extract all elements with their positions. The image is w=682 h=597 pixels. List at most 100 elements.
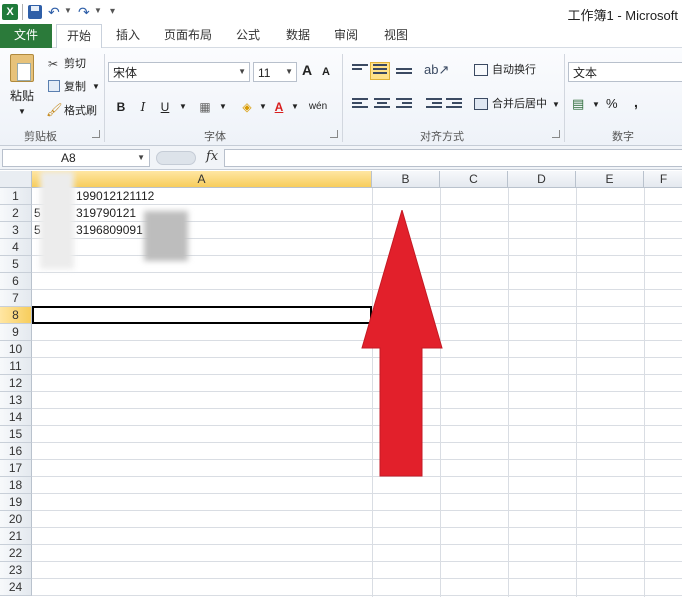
row-header-5[interactable]: 5 (0, 256, 32, 273)
row-header-12[interactable]: 12 (0, 375, 32, 392)
row-header-13[interactable]: 13 (0, 392, 32, 409)
name-box[interactable]: A8 ▼ (2, 149, 150, 167)
cell-a1[interactable]: 199012121112 (76, 188, 154, 205)
row-header-1[interactable]: 1 (0, 188, 32, 205)
tab-formulas[interactable]: 公式 (230, 24, 266, 48)
column-header-e[interactable]: E (576, 171, 644, 188)
redo-dropdown-icon[interactable]: ▼ (94, 6, 102, 15)
row-header-16[interactable]: 16 (0, 443, 32, 460)
row-header-6[interactable]: 6 (0, 273, 32, 290)
row-header-19[interactable]: 19 (0, 494, 32, 511)
row-header-17[interactable]: 17 (0, 460, 32, 477)
tab-page-layout[interactable]: 页面布局 (158, 24, 218, 48)
column-header-d[interactable]: D (508, 171, 576, 188)
merge-dropdown-icon[interactable]: ▼ (552, 97, 560, 113)
row-header-14[interactable]: 14 (0, 409, 32, 426)
merge-center-button[interactable]: 合并后居中 (492, 96, 547, 112)
redo-icon[interactable]: ↷ (78, 4, 92, 20)
borders-icon[interactable]: ▦ (196, 98, 214, 116)
underline-button[interactable]: U (156, 98, 174, 116)
font-name-select[interactable]: 宋体 ▼ (108, 62, 250, 82)
percent-style-button[interactable]: % (606, 96, 618, 112)
gridline (32, 527, 682, 528)
row-header-2[interactable]: 2 (0, 205, 32, 222)
save-icon[interactable] (28, 5, 42, 19)
row-header-11[interactable]: 11 (0, 358, 32, 375)
number-format-select[interactable]: 文本 (568, 62, 682, 82)
formula-separator-handle[interactable] (156, 151, 196, 165)
row-header-7[interactable]: 7 (0, 290, 32, 307)
row-header-4[interactable]: 4 (0, 239, 32, 256)
align-bottom-icon[interactable] (396, 68, 412, 82)
row-header-23[interactable]: 23 (0, 562, 32, 579)
undo-icon[interactable]: ↶ (48, 4, 62, 20)
row-header-22[interactable]: 22 (0, 545, 32, 562)
align-top-icon[interactable] (352, 64, 368, 78)
cell-a2[interactable]: 319790121 (76, 205, 136, 222)
alignment-launcher-icon[interactable] (552, 130, 560, 138)
bold-button[interactable]: B (112, 98, 130, 116)
paste-button[interactable]: 粘贴 (10, 88, 34, 104)
font-size-select[interactable]: 11 ▼ (253, 62, 297, 82)
wrap-text-button[interactable]: 自动换行 (492, 62, 536, 78)
format-painter-button[interactable]: 格式刷 (64, 103, 97, 119)
cell-a3[interactable]: 3196809091 (76, 222, 143, 239)
tab-review[interactable]: 审阅 (328, 24, 364, 48)
paste-dropdown-icon[interactable]: ▼ (18, 104, 26, 120)
chevron-down-icon: ▼ (238, 67, 246, 76)
paste-icon[interactable] (10, 54, 34, 82)
font-launcher-icon[interactable] (330, 130, 338, 138)
select-all-button[interactable] (0, 171, 32, 188)
column-header-a[interactable]: A (32, 171, 372, 188)
insert-function-button[interactable]: fx (206, 149, 218, 164)
accounting-dropdown-icon[interactable]: ▼ (592, 97, 600, 113)
row-header-9[interactable]: 9 (0, 324, 32, 341)
increase-indent-icon[interactable] (446, 98, 462, 112)
copy-icon (48, 80, 60, 92)
accounting-format-icon[interactable]: ▤ (572, 96, 584, 112)
row-header-3[interactable]: 3 (0, 222, 32, 239)
tab-file[interactable]: 文件 (0, 24, 52, 48)
row-header-15[interactable]: 15 (0, 426, 32, 443)
gridline (32, 442, 682, 443)
comma-style-button[interactable]: , (634, 94, 638, 110)
copy-dropdown-icon[interactable]: ▼ (92, 79, 100, 95)
gridline (508, 188, 509, 597)
tab-data[interactable]: 数据 (280, 24, 316, 48)
orientation-icon[interactable]: ab↗ (424, 62, 449, 78)
italic-button[interactable]: I (134, 98, 152, 116)
copy-button[interactable]: 复制 (64, 79, 86, 95)
align-center-icon[interactable] (374, 98, 390, 112)
gridline (32, 374, 682, 375)
cut-button[interactable]: 剪切 (64, 56, 86, 72)
row-header-21[interactable]: 21 (0, 528, 32, 545)
row-header-8[interactable]: 8 (0, 307, 32, 324)
row-header-10[interactable]: 10 (0, 341, 32, 358)
worksheet-grid[interactable]: A B C D E F 1 2 3 4 5 6 7 8 9 10 11 12 13 14 15 16 17 18 1… (0, 171, 682, 597)
tab-view[interactable]: 视图 (378, 24, 414, 48)
column-header-b[interactable]: B (372, 171, 440, 188)
decrease-indent-icon[interactable] (426, 98, 442, 112)
font-color-dropdown-icon[interactable]: ▼ (286, 98, 304, 116)
align-middle-icon[interactable] (370, 62, 390, 80)
customize-qat-icon[interactable]: ▾ (110, 4, 120, 20)
column-header-f[interactable]: F (644, 171, 682, 188)
formula-input[interactable] (224, 149, 682, 167)
clipboard-launcher-icon[interactable] (92, 130, 100, 138)
phonetic-guide-button[interactable]: wén (306, 98, 330, 116)
tab-insert[interactable]: 插入 (110, 24, 146, 48)
align-right-icon[interactable] (396, 98, 412, 112)
active-cell-a8[interactable] (32, 306, 372, 324)
row-header-20[interactable]: 20 (0, 511, 32, 528)
column-header-c[interactable]: C (440, 171, 508, 188)
underline-dropdown-icon[interactable]: ▼ (174, 98, 192, 116)
gridline (32, 340, 682, 341)
grow-font-button[interactable]: A (302, 62, 312, 78)
row-header-24[interactable]: 24 (0, 579, 32, 596)
shrink-font-button[interactable]: A (322, 64, 330, 80)
row-header-18[interactable]: 18 (0, 477, 32, 494)
borders-dropdown-icon[interactable]: ▼ (214, 98, 232, 116)
align-left-icon[interactable] (352, 98, 368, 112)
tab-home[interactable]: 开始 (56, 24, 102, 49)
undo-dropdown-icon[interactable]: ▼ (64, 6, 72, 15)
